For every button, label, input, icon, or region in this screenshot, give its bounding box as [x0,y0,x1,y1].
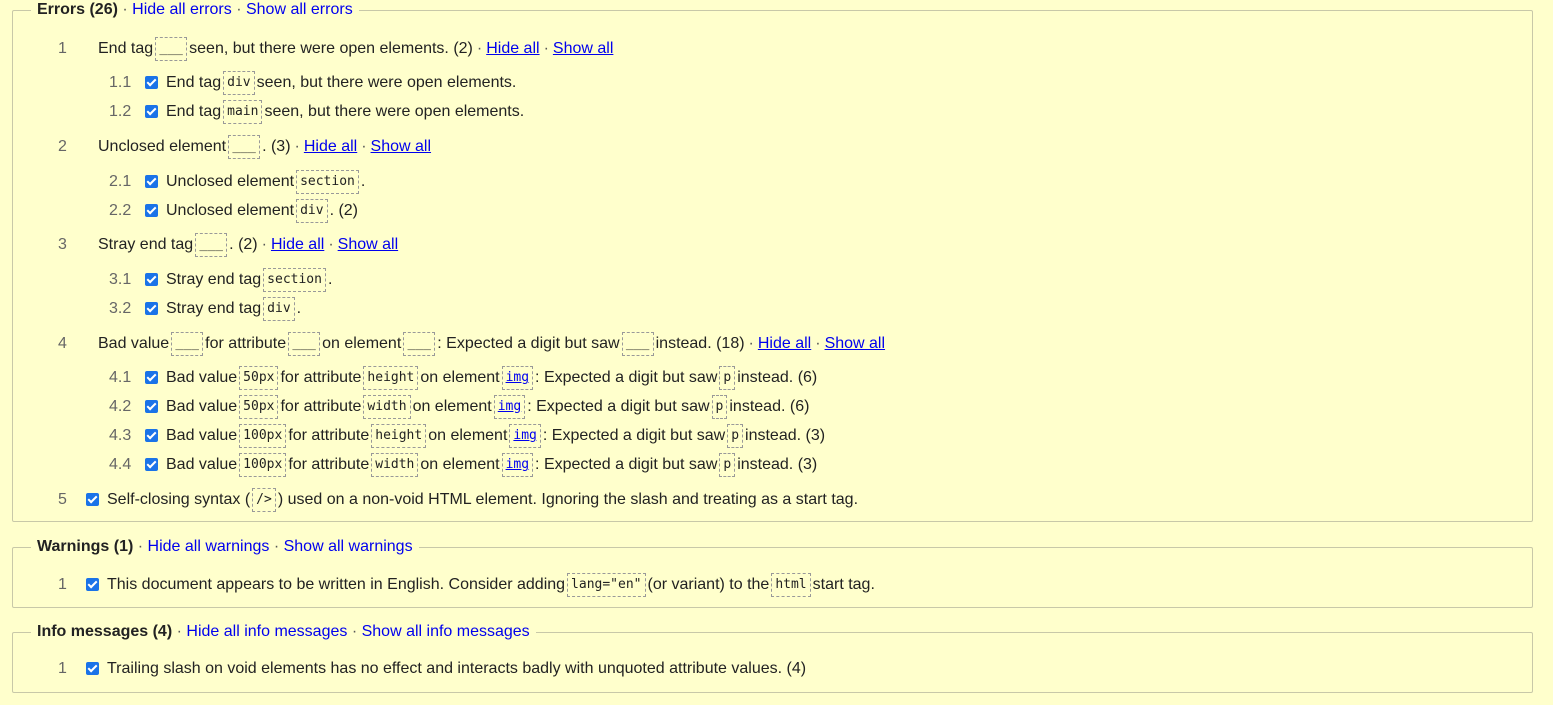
show-all-info-link[interactable]: Show all info messages [362,623,530,640]
error-item-3-1: 3.1 Stray end tag section . [109,268,332,292]
info-item-1: 1 Trailing slash on void elements has no… [58,660,807,677]
code-placeholder [155,37,188,61]
code-placeholder [403,332,436,356]
errors-title: Errors (26) [37,1,118,18]
code-placeholder [171,332,204,356]
hide-all-errors-link[interactable]: Hide all errors [132,1,232,18]
error-2-1-checkbox[interactable] [145,174,158,188]
hide-all-info-link[interactable]: Hide all info messages [186,623,347,640]
error-group-2: 2 Unclosed element . (3) · Hide all · Sh… [58,135,431,159]
error-item-5: 5 Self-closing syntax ( /> ) used on a n… [58,488,858,512]
show-all-warnings-link[interactable]: Show all warnings [284,538,413,555]
error-3-1-checkbox[interactable] [145,272,158,286]
warnings-section: Warnings (1) · Hide all warnings · Show … [12,536,1533,608]
group-2-show-all-link[interactable]: Show all [371,136,431,158]
warnings-title: Warnings (1) [37,538,134,555]
error-group-4: 4 Bad value for attribute on element : E… [58,332,885,356]
group-1-show-all-link[interactable]: Show all [553,38,613,60]
warnings-legend: Warnings (1) · Hide all warnings · Show … [31,536,419,558]
img-element-link[interactable]: img [501,453,534,477]
img-element-link[interactable]: img [501,366,534,390]
error-item-4-4: 4.4 Bad value 100px for attribute width … [109,453,817,477]
warning-item-1: 1 This document appears to be written in… [58,573,875,597]
info-legend: Info messages (4) · Hide all info messag… [31,621,536,643]
error-4-1-checkbox[interactable] [145,370,158,384]
info-title: Info messages (4) [37,623,173,640]
show-all-errors-link[interactable]: Show all errors [246,1,353,18]
group-3-show-all-link[interactable]: Show all [338,234,398,256]
info-section: Info messages (4) · Hide all info messag… [12,621,1533,693]
error-4-4-checkbox[interactable] [145,457,158,471]
error-item-1-1: 1.1 End tag div seen, but there were ope… [109,71,516,95]
code-placeholder [195,233,228,257]
error-1-2-checkbox[interactable] [145,104,158,118]
error-item-1-2: 1.2 End tag main seen, but there were op… [109,100,524,124]
errors-section: Errors (26) · Hide all errors · Show all… [12,0,1533,522]
group-1-hide-all-link[interactable]: Hide all [486,38,539,60]
error-item-2-2: 2.2 Unclosed element div . (2) [109,199,358,223]
img-element-link[interactable]: img [493,395,526,419]
group-4-show-all-link[interactable]: Show all [825,333,885,355]
error-item-4-3: 4.3 Bad value 100px for attribute height… [109,424,825,448]
error-2-2-checkbox[interactable] [145,203,158,217]
errors-legend: Errors (26) · Hide all errors · Show all… [31,0,359,21]
group-4-hide-all-link[interactable]: Hide all [758,333,811,355]
error-3-2-checkbox[interactable] [145,301,158,315]
error-4-3-checkbox[interactable] [145,428,158,442]
error-1-1-checkbox[interactable] [145,75,158,89]
group-3-hide-all-link[interactable]: Hide all [271,234,324,256]
code-placeholder [621,332,654,356]
warning-1-checkbox[interactable] [86,577,99,591]
error-5-checkbox[interactable] [86,492,99,506]
error-item-4-2: 4.2 Bad value 50px for attribute width o… [109,395,809,419]
code-placeholder [228,135,261,159]
error-group-3: 3 Stray end tag . (2) · Hide all · Show … [58,233,398,257]
error-4-2-checkbox[interactable] [145,399,158,413]
img-element-link[interactable]: img [509,424,541,448]
info-1-checkbox[interactable] [86,661,99,675]
code-placeholder [288,332,321,356]
hide-all-warnings-link[interactable]: Hide all warnings [148,538,270,555]
group-2-hide-all-link[interactable]: Hide all [304,136,357,158]
error-item-4-1: 4.1 Bad value 50px for attribute height … [109,366,817,390]
error-item-3-2: 3.2 Stray end tag div . [109,297,301,321]
error-group-1: 1 End tag seen, but there were open elem… [58,37,613,61]
error-item-2-1: 2.1 Unclosed element section . [109,170,365,194]
